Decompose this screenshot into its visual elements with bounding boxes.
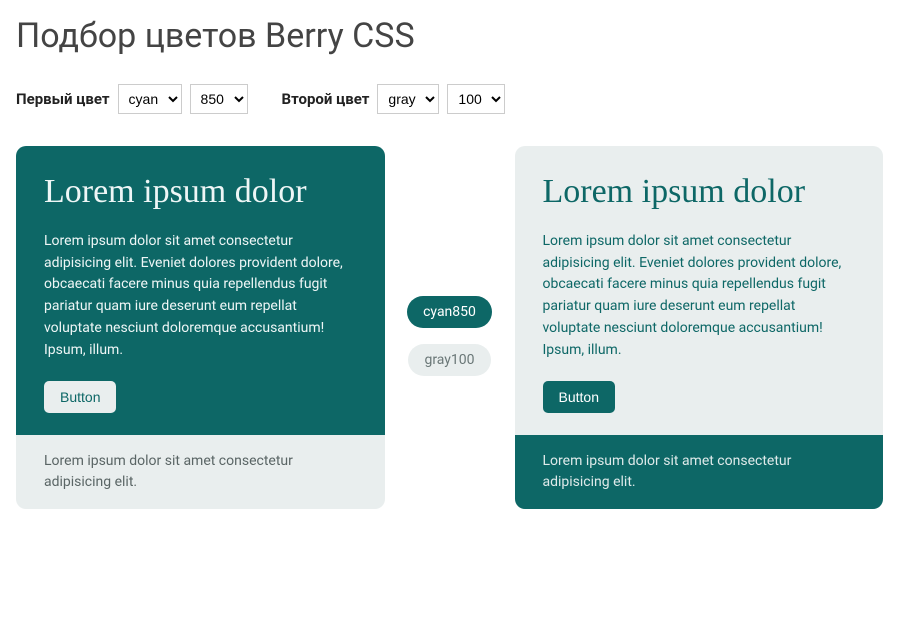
first-color-select[interactable]: cyan (118, 84, 182, 114)
card-button[interactable]: Button (44, 381, 116, 413)
preview-card-secondary: Lorem ipsum dolor Lorem ipsum dolor sit … (515, 146, 884, 509)
first-shade-select[interactable]: 850 (190, 84, 248, 114)
card-body: Lorem ipsum dolor Lorem ipsum dolor sit … (515, 146, 884, 435)
first-color-label: Первый цвет (16, 90, 110, 108)
card-title: Lorem ipsum dolor (44, 172, 357, 211)
page-title: Подбор цветов Berry CSS (16, 16, 883, 56)
preview-card-primary: Lorem ipsum dolor Lorem ipsum dolor sit … (16, 146, 385, 509)
card-button[interactable]: Button (543, 381, 615, 413)
color-controls: Первый цвет cyan 850 Второй цвет gray 10… (16, 84, 883, 114)
badge-secondary: gray100 (408, 344, 490, 376)
card-text: Lorem ipsum dolor sit amet consectetur a… (44, 231, 357, 361)
card-text: Lorem ipsum dolor sit amet consectetur a… (543, 231, 856, 361)
color-badges: cyan850 gray100 (405, 146, 495, 376)
card-footer: Lorem ipsum dolor sit amet consectetur a… (16, 435, 385, 509)
second-color-select[interactable]: gray (377, 84, 439, 114)
badge-primary: cyan850 (407, 296, 492, 328)
card-title: Lorem ipsum dolor (543, 172, 856, 211)
card-body: Lorem ipsum dolor Lorem ipsum dolor sit … (16, 146, 385, 435)
second-shade-select[interactable]: 100 (447, 84, 505, 114)
second-color-label: Второй цвет (282, 90, 370, 108)
cards-row: Lorem ipsum dolor Lorem ipsum dolor sit … (16, 146, 883, 509)
card-footer: Lorem ipsum dolor sit amet consectetur a… (515, 435, 884, 509)
